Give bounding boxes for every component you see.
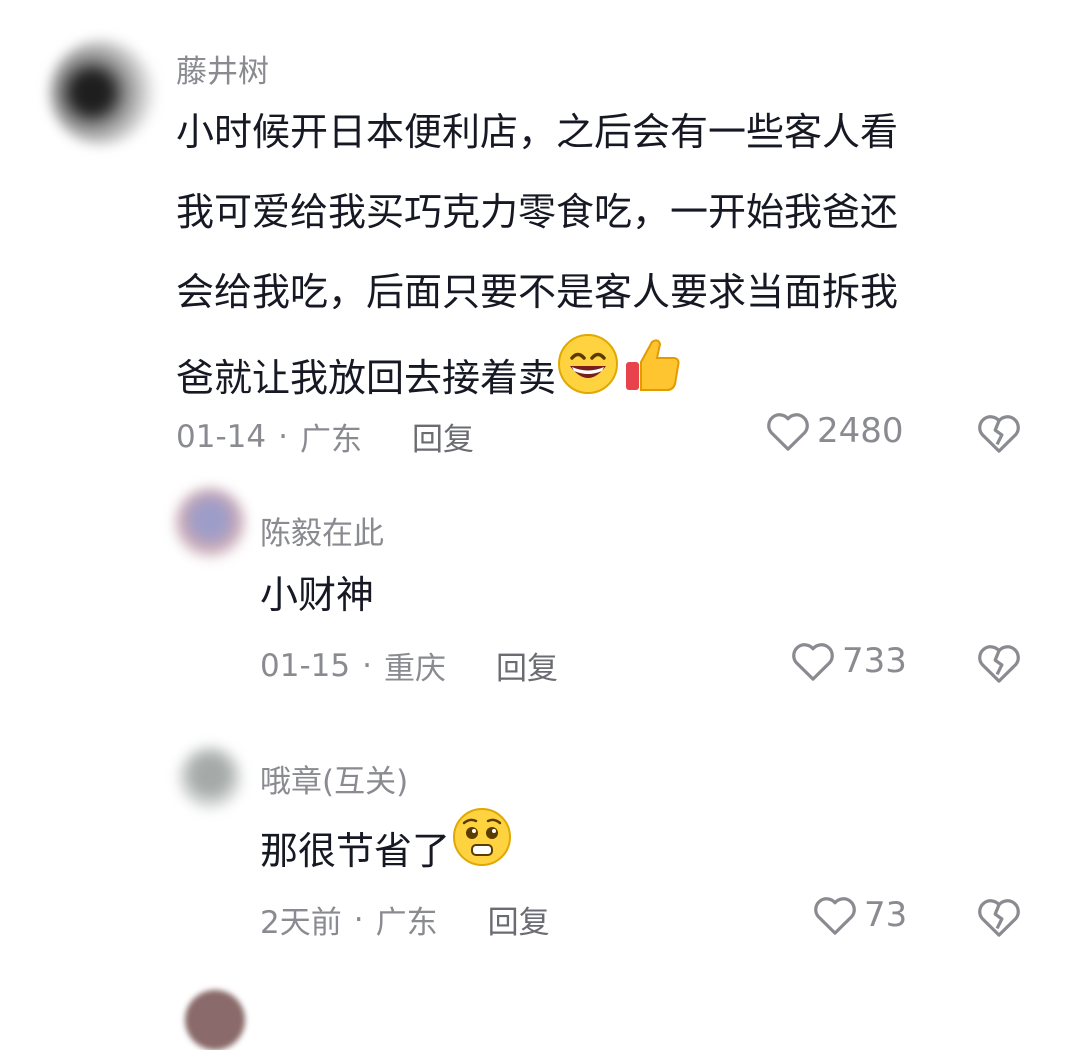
avatar[interactable] [178, 746, 242, 810]
reply-text: 小财神 [260, 573, 375, 617]
separator-dot: · [278, 418, 288, 455]
heart-outline-icon [792, 643, 834, 681]
separator-dot: · [362, 647, 372, 684]
comment-text-line: 我可爱给我买巧克力零食吃，一开始我爸还 [176, 190, 899, 234]
comment-location: 广东 [375, 905, 438, 941]
comment-text: 小时候开日本便利店，之后会有一些客人看 我可爱给我买巧克力零食吃，一开始我爸还 … [176, 92, 898, 423]
dislike-button[interactable] [976, 642, 1022, 688]
dislike-button[interactable] [976, 412, 1022, 458]
like-count: 73 [864, 895, 908, 935]
reply-button[interactable]: 回复 [496, 643, 558, 688]
broken-heart-icon [978, 415, 1020, 453]
comment-text-line: 会给我吃，后面只要不是客人要求当面拆我 [176, 270, 899, 314]
comment-location: 重庆 [383, 651, 446, 687]
reply-button[interactable]: 回复 [488, 897, 550, 942]
avatar[interactable] [50, 40, 155, 145]
comment-meta: 01-14 · 广东 回复 [176, 414, 474, 459]
reply-username[interactable]: 陈毅在此 [260, 508, 384, 553]
reply-username[interactable]: 哦章(互关) [260, 756, 408, 801]
avatar[interactable] [175, 488, 245, 558]
like-button[interactable]: 2480 [765, 410, 904, 452]
avatar[interactable] [185, 990, 245, 1050]
thumbs-up-emoji-icon [620, 332, 684, 423]
comment-date: 01-14 [176, 418, 267, 455]
comment-text-line: 小时候开日本便利店，之后会有一些客人看 [176, 110, 899, 154]
reply-meta: 01-15 · 重庆 回复 [260, 643, 558, 688]
like-button[interactable]: 73 [812, 894, 907, 936]
reply-button[interactable]: 回复 [412, 414, 474, 459]
reply-meta: 2天前 · 广东 回复 [260, 897, 550, 942]
pleading-face-emoji-icon [450, 805, 514, 896]
reply-text: 那很节省了 [260, 805, 514, 896]
separator-dot: · [353, 901, 364, 938]
heart-outline-icon [767, 413, 809, 451]
comment-date: 2天前 [260, 905, 342, 941]
comment-location: 广东 [299, 422, 362, 458]
like-count: 2480 [817, 411, 904, 451]
reply-text-body: 那很节省了 [260, 828, 451, 873]
comment-text-line: 爸就让我放回去接着卖 [176, 355, 557, 400]
grinning-face-emoji-icon [556, 332, 620, 423]
like-count: 733 [842, 641, 907, 681]
dislike-button[interactable] [976, 896, 1022, 942]
broken-heart-icon [978, 899, 1020, 937]
broken-heart-icon [978, 645, 1020, 683]
comment-username[interactable]: 藤井树 [176, 46, 269, 91]
comment-date: 01-15 [260, 647, 351, 684]
like-button[interactable]: 733 [790, 640, 907, 682]
heart-outline-icon [814, 897, 856, 935]
